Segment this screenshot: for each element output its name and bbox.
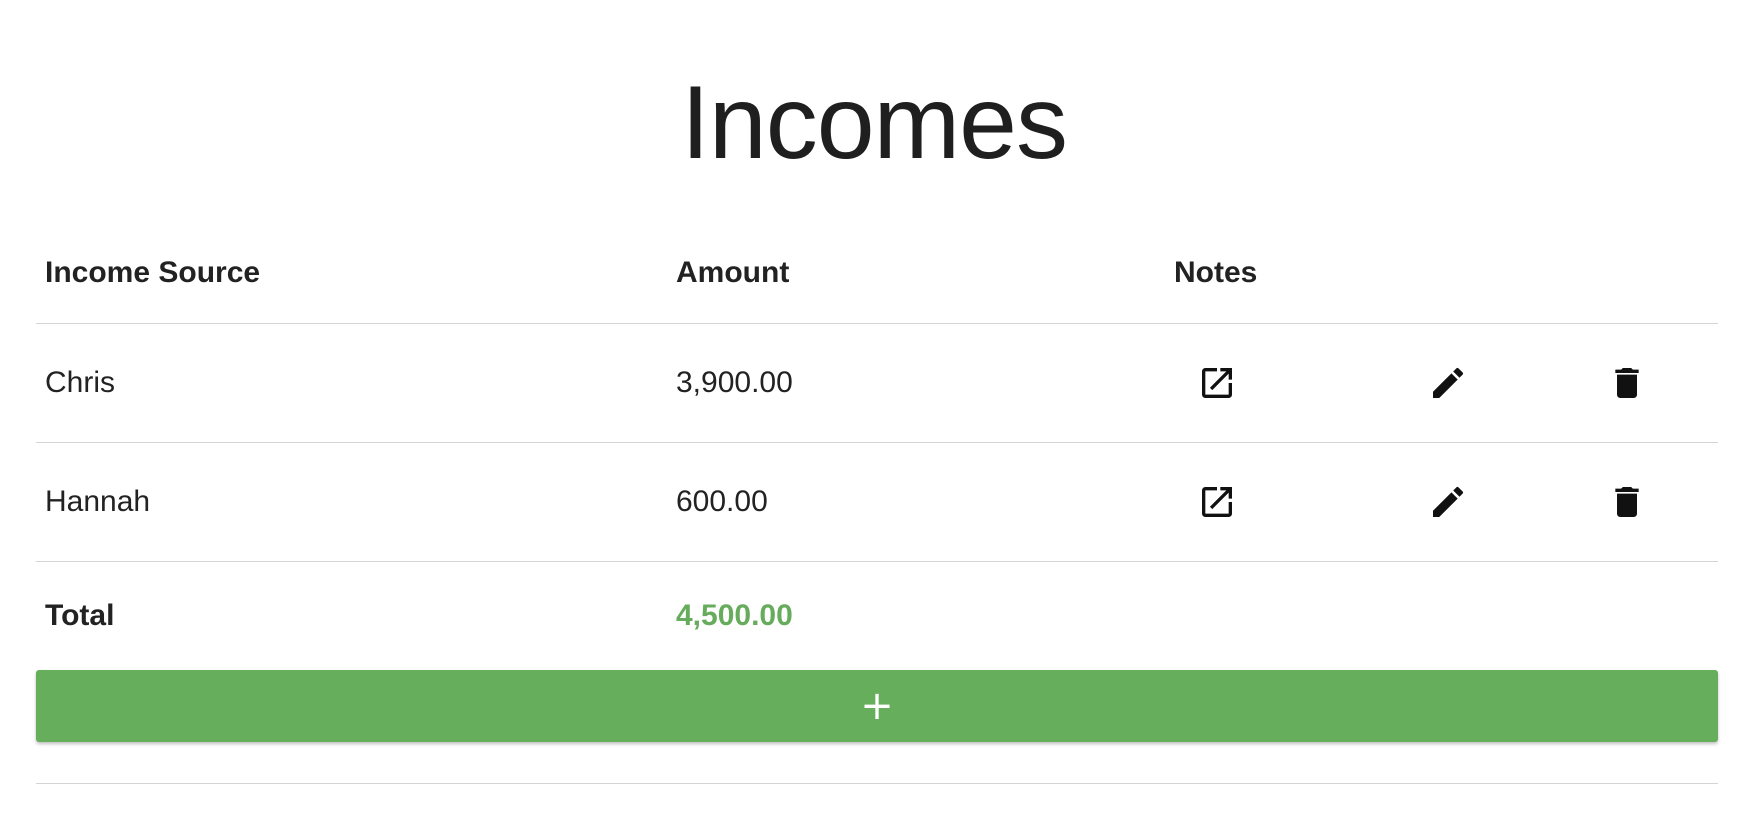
- incomes-page: Incomes Income Source Amount Notes Chris…: [0, 0, 1748, 820]
- table-header-row: Income Source Amount Notes: [36, 220, 1718, 324]
- add-income-button[interactable]: +: [36, 670, 1718, 742]
- open-notes-button[interactable]: [1187, 324, 1247, 442]
- delete-button[interactable]: [1597, 443, 1657, 561]
- table-row: Hannah 600.00: [36, 443, 1718, 562]
- amount-cell: 600.00: [676, 485, 768, 518]
- total-amount: 4,500.00: [676, 599, 793, 632]
- column-header-amount: Amount: [676, 256, 790, 289]
- trash-icon: [1615, 368, 1639, 398]
- open-in-new-icon: [1202, 368, 1232, 398]
- column-header-notes: Notes: [1174, 256, 1258, 289]
- page-title: Incomes: [680, 65, 1068, 181]
- pencil-icon: [1433, 367, 1464, 398]
- total-row: Total 4,500.00: [36, 562, 1718, 670]
- income-source-cell: Chris: [45, 366, 116, 399]
- amount-cell: 3,900.00: [676, 366, 793, 399]
- table-row: Chris 3,900.00: [36, 324, 1718, 443]
- incomes-table: Income Source Amount Notes Chris 3,900.0…: [36, 220, 1718, 670]
- total-label: Total: [45, 599, 115, 632]
- open-notes-button[interactable]: [1187, 443, 1247, 561]
- divider: [36, 783, 1718, 784]
- trash-icon: [1615, 487, 1639, 517]
- pencil-icon: [1433, 486, 1464, 517]
- column-header-income-source: Income Source: [45, 256, 261, 289]
- open-in-new-icon: [1202, 487, 1232, 517]
- income-source-cell: Hannah: [45, 485, 151, 518]
- edit-button[interactable]: [1418, 324, 1478, 442]
- delete-button[interactable]: [1597, 324, 1657, 442]
- edit-button[interactable]: [1418, 443, 1478, 561]
